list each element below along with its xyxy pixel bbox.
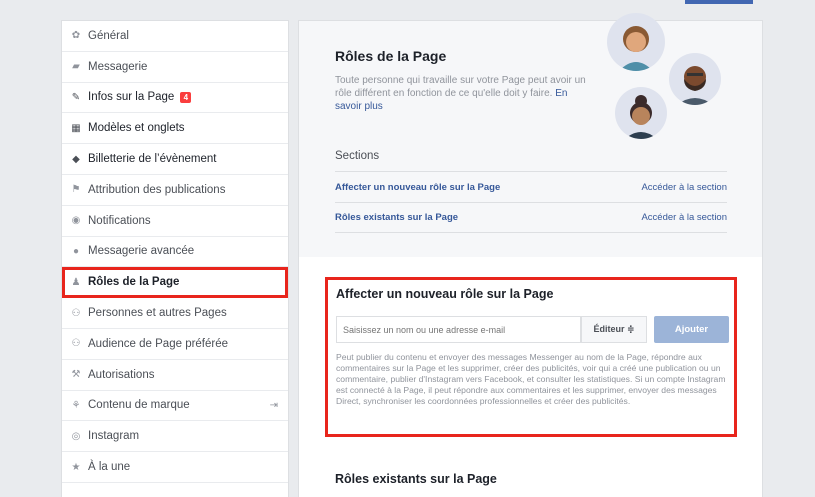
sidebar-item-label: Instagram: [88, 430, 140, 443]
sidebar-item-label: Messagerie avancée: [88, 245, 195, 258]
globe-icon: ◉: [71, 215, 81, 227]
star-icon: ★: [71, 461, 81, 473]
go-to-section-link[interactable]: Accéder à la section: [641, 182, 727, 193]
sidebar-item-label: Attribution des publications: [88, 183, 226, 196]
add-button[interactable]: Ajouter: [654, 316, 729, 343]
sidebar-item-advanced-messaging[interactable]: ● Messagerie avancée: [62, 237, 288, 268]
sidebar-item-label: Billetterie de l’évènement: [88, 153, 217, 166]
section-row-existing: Rôles existants sur la Page Accéder à la…: [335, 202, 727, 233]
wrench-icon: ⚒: [71, 369, 81, 381]
sidebar-item-label: À la une: [88, 461, 131, 474]
go-to-section-link[interactable]: Accéder à la section: [641, 212, 727, 223]
sidebar-item-label: Rôles de la Page: [88, 276, 180, 289]
ticket-icon: ◆: [72, 153, 80, 165]
sidebar-item-messaging[interactable]: ▰ Messagerie: [62, 52, 288, 83]
top-bar-active-indicator: [685, 0, 753, 4]
sidebar-item-authorizations[interactable]: ⚒ Autorisations: [62, 360, 288, 391]
assign-role-heading: Affecter un nouveau rôle sur la Page: [336, 287, 554, 301]
message-icon: ▰: [72, 61, 80, 73]
pencil-icon: ✎: [71, 91, 81, 103]
person-illustration-2: [669, 53, 721, 105]
notification-badge: 4: [180, 91, 192, 103]
sidebar-item-templates-tabs[interactable]: ▦ Modèles et onglets: [62, 113, 288, 145]
sidebar-item-preferred-audience[interactable]: ⚇ Audience de Page préférée: [62, 329, 288, 360]
section-link-existing[interactable]: Rôles existants sur la Page: [335, 212, 458, 223]
external-link-icon: ⇥: [269, 399, 278, 411]
person-icon: ♟: [71, 276, 81, 288]
people-icon: ⚇: [71, 307, 81, 319]
person-illustration-3: [615, 87, 667, 139]
roles-description: Toute personne qui travaille sur votre P…: [335, 75, 586, 112]
main-panel: Rôles de la Page Toute personne qui trav…: [298, 13, 763, 497]
gear-icon: ✿: [71, 30, 81, 42]
person-illustration-1: [607, 13, 665, 71]
sidebar-item-label: Notifications: [88, 214, 151, 227]
name-email-input[interactable]: [336, 316, 581, 343]
section-link-assign[interactable]: Affecter un nouveau rôle sur la Page: [335, 182, 500, 193]
sidebar-item-branded-content[interactable]: ⚘ Contenu de marque ⇥: [62, 391, 288, 422]
sidebar-item-label: Modèles et onglets: [88, 122, 185, 135]
grid-icon: ▦: [71, 122, 81, 134]
sidebar-item-label: Messagerie: [88, 60, 148, 73]
sidebar-item-label: Contenu de marque: [88, 399, 190, 412]
sidebar-item-page-info[interactable]: ✎ Infos sur la Page 4: [62, 83, 288, 114]
sections-heading: Sections: [335, 150, 380, 162]
instagram-icon: ◎: [71, 430, 81, 442]
sidebar-item-label: Audience de Page préférée: [88, 337, 229, 350]
page-roles-header: Rôles de la Page Toute personne qui trav…: [299, 13, 762, 257]
section-row-assign: Affecter un nouveau rôle sur la Page Acc…: [335, 171, 727, 202]
sidebar-item-label: Général: [88, 29, 129, 42]
settings-sidebar: ✿ Général ▰ Messagerie ✎ Infos sur la Pa…: [61, 20, 289, 497]
sidebar-item-post-attribution[interactable]: ⚑ Attribution des publications: [62, 175, 288, 206]
page-title: Rôles de la Page: [335, 48, 447, 64]
flag-icon: ⚑: [71, 184, 81, 196]
chat-icon: ●: [72, 245, 80, 257]
sidebar-item-event-ticketing[interactable]: ◆ Billetterie de l’évènement: [62, 144, 288, 175]
role-description: Peut publier du contenu et envoyer des m…: [336, 352, 726, 406]
sidebar-item-label: Autorisations: [88, 368, 155, 381]
sidebar-item-notifications[interactable]: ◉ Notifications: [62, 206, 288, 237]
sidebar-item-featured[interactable]: ★ À la une: [62, 452, 288, 483]
audience-icon: ⚇: [71, 338, 81, 350]
sidebar-item-label: Infos sur la Page: [88, 91, 175, 104]
sidebar-item-label: Personnes et autres Pages: [88, 307, 227, 320]
handshake-icon: ⚘: [71, 399, 81, 411]
sidebar-item-page-roles[interactable]: ♟ Rôles de la Page: [62, 267, 288, 299]
assign-role-box: Affecter un nouveau rôle sur la Page Édi…: [325, 277, 737, 437]
sidebar-item-instagram[interactable]: ◎ Instagram: [62, 421, 288, 453]
role-select[interactable]: Éditeur ≑: [581, 316, 647, 343]
sidebar-item-general[interactable]: ✿ Général: [62, 21, 288, 52]
sidebar-item-people-other-pages[interactable]: ⚇ Personnes et autres Pages: [62, 298, 288, 329]
existing-roles-heading: Rôles existants sur la Page: [335, 472, 497, 486]
